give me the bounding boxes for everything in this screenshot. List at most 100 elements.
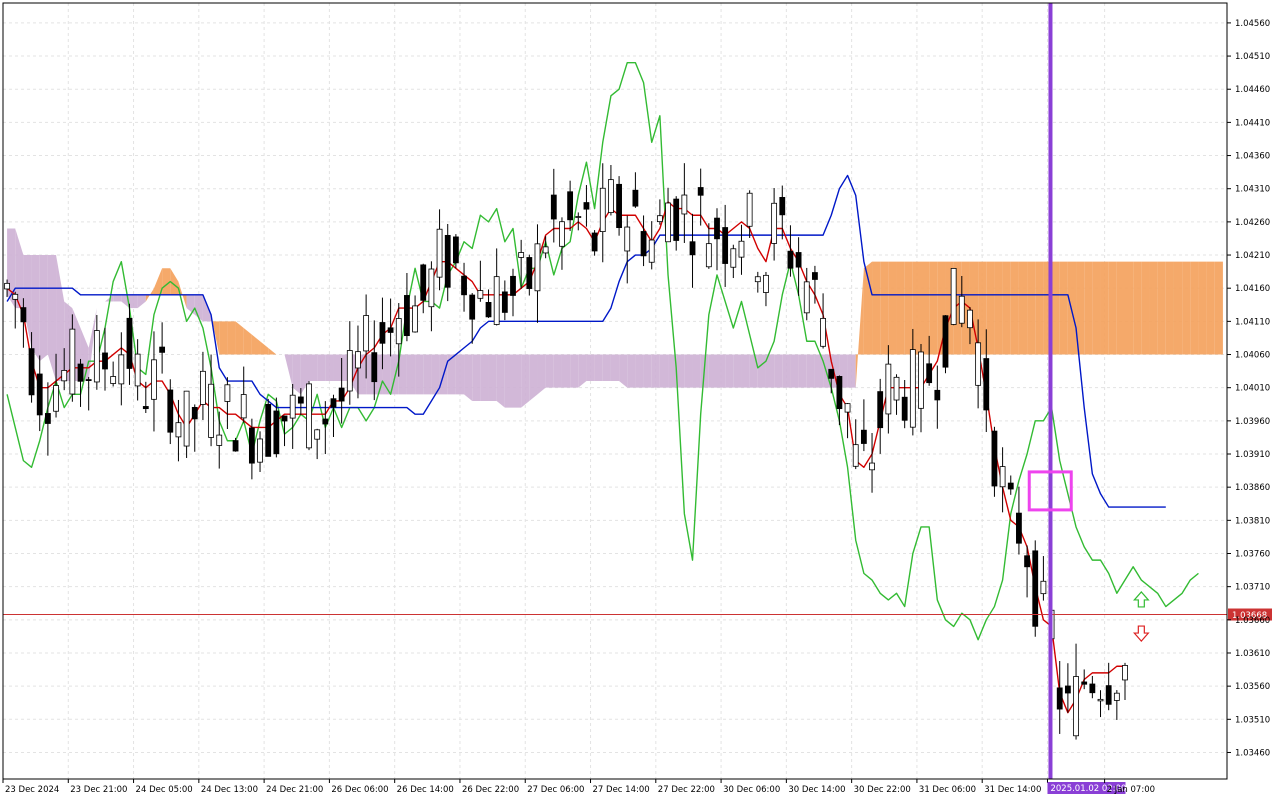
candle-body [330,398,337,408]
x-tick-label: 23 Dec 21:00 [70,785,127,795]
cloud-segment [529,354,538,401]
x-tick-label: 30 Dec 14:00 [788,785,845,795]
candle-body [404,295,410,337]
x-tick-label: 30 Dec 06:00 [723,785,780,795]
cloud-segment [1084,261,1093,355]
candle-body [803,281,810,314]
cloud-segment [1214,261,1223,355]
cloud-segment [227,321,236,355]
cloud-segment [1149,261,1158,355]
cloud-segment [896,261,905,355]
candle-body [738,240,745,258]
y-tick-label: 1.04110 [1235,317,1270,327]
candle-body [289,394,296,419]
candle-body [1113,692,1120,701]
x-tick-label: 26 Dec 06:00 [331,785,388,795]
cloud-segment [659,354,669,388]
cloud-segment [798,354,807,388]
cloud-segment [317,354,326,382]
cloud-segment [1182,261,1191,355]
cloud-segment [904,261,913,355]
candle-body [697,187,704,196]
candle-body [461,275,467,296]
cloud-segment [325,354,334,382]
cloud-segment [643,354,652,388]
cloud-segment [504,354,513,408]
cloud-segment [1141,261,1150,355]
candle-body [567,191,574,221]
cloud-segment [31,255,40,362]
cloud-segment [488,354,497,401]
cloud-segment [1067,261,1077,355]
candle-body [1105,685,1112,705]
y-tick-label: 1.04260 [1235,218,1270,228]
candle-body [77,363,84,382]
candle-body [322,418,329,425]
cloud-segment [749,354,758,388]
cloud-segment [1051,261,1060,355]
candle-body [624,226,631,252]
candle-body [191,406,198,420]
x-tick-label: 24 Dec 21:00 [266,785,323,795]
x-tick-label: 31 Dec 06:00 [919,785,976,795]
x-tick-label: 27 Dec 22:00 [658,785,715,795]
candle-body [689,241,696,256]
candle-body [126,317,133,369]
candle-body [934,389,941,401]
x-tick-label: 27 Dec 06:00 [527,785,584,795]
candle-body [12,293,19,300]
candle-body [1122,665,1128,681]
candle-body [248,427,255,464]
y-tick-label: 1.04460 [1235,85,1270,95]
candle-body [999,466,1006,488]
candle-body [648,239,655,263]
candle-body [379,322,386,344]
candle-body [338,387,345,402]
cloud-segment [1198,261,1207,355]
cloud-segment [1157,261,1166,355]
cloud-segment [113,294,122,302]
candle-body [61,370,68,382]
candle-body [28,348,35,396]
candle-body [730,248,737,268]
candle-body [20,307,27,323]
candle-body [1081,681,1088,685]
candle-body [151,359,157,400]
cloud-segment [757,354,766,388]
x-tick-label: 26 Dec 14:00 [397,785,454,795]
candle-body [526,257,533,289]
cloud-segment [1018,261,1028,355]
y-tick-label: 1.04360 [1235,152,1270,162]
candle-body [1089,683,1096,694]
cloud-segment [455,354,465,395]
cloud-segment [1010,261,1019,355]
candle-body [950,268,957,325]
cloud-segment [1108,261,1117,355]
candle-body [142,406,149,410]
candle-body [771,202,778,244]
cloud-segment [725,354,734,388]
candle-body [608,179,614,213]
cloud-segment [570,354,579,388]
cloud-segment [1116,261,1125,355]
candle-body [134,353,141,387]
candle-body [640,231,647,257]
cloud-segment [398,354,407,395]
cloud-segment [717,354,726,388]
cloud-segment [1133,261,1142,355]
candle-body [265,403,272,457]
candle-body [575,216,582,218]
x-tick-label: 2 Jan 07:00 [1107,785,1155,795]
cloud-segment [986,261,995,355]
y-tick-label: 1.04310 [1235,185,1270,195]
candle-body [1007,482,1014,490]
price-chart[interactable]: 1.03668 1.04560 1.04510 1.04460 1.04410 1.04… [0,0,1280,800]
candle-body [542,246,549,254]
cloud-segment [921,261,930,355]
x-tick-label: 26 Dec 22:00 [462,785,519,795]
candle-body [493,276,500,325]
cloud-segment [806,354,815,388]
cloud-segment [651,354,660,388]
candle-body [167,389,174,433]
chart-canvas[interactable]: 1.03668 1.045601.045101.044601.044101.04… [0,0,1280,800]
